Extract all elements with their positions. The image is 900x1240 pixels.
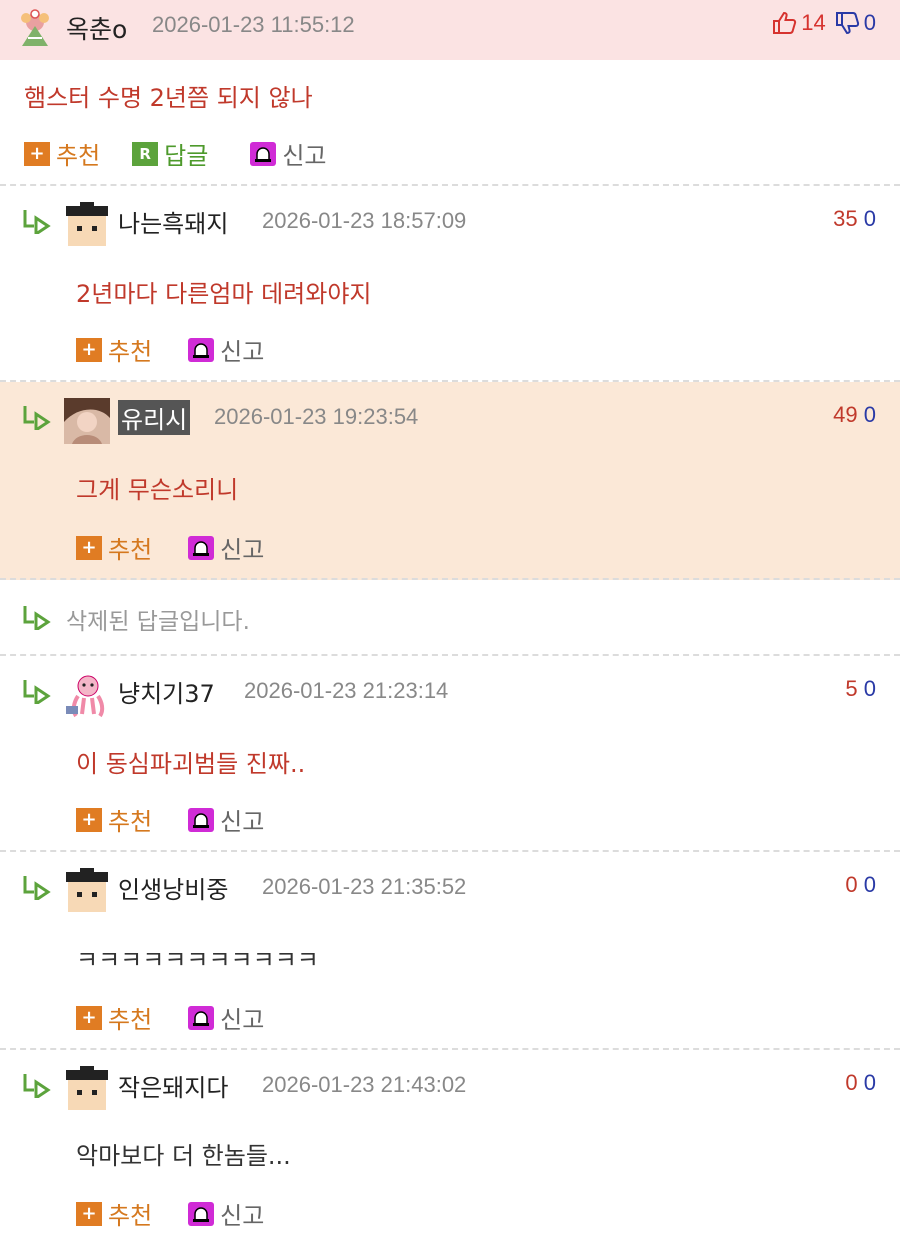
- reply-item-highlighted: 유리시 2026-01-23 19:23:54 49 0 그게 무슨소리니 + …: [0, 382, 900, 580]
- reply-downvote-count: 0: [863, 1070, 876, 1095]
- siren-icon: [188, 535, 215, 560]
- siren-icon: [188, 337, 215, 362]
- reply-nickname[interactable]: 유리시: [118, 400, 191, 435]
- reply-votes: 49 0: [833, 402, 876, 428]
- plus-icon: +: [24, 141, 50, 166]
- reply-text: 2년마다 다른엄마 데려와야지: [76, 280, 372, 308]
- comment-text: 햄스터 수명 2년쯤 되지 않나: [24, 84, 313, 112]
- reply-item: 나는흑돼지 2026-01-23 18:57:09 35 0 2년마다 다른엄마…: [0, 186, 900, 382]
- reply-arrow-icon: [23, 406, 51, 430]
- flower-avatar-icon[interactable]: [14, 8, 56, 48]
- student-avatar-icon[interactable]: [64, 1066, 110, 1112]
- report-button[interactable]: 신고: [188, 1000, 264, 1035]
- reply-button[interactable]: R 답글: [132, 136, 208, 171]
- recommend-button[interactable]: + 추천: [24, 136, 100, 171]
- comment-timestamp: 2026-01-23 11:55:12: [152, 12, 355, 37]
- deleted-reply: 삭제된 답글입니다.: [0, 580, 900, 656]
- reply-item: 인생낭비중 2026-01-23 21:35:52 0 0 ㅋㅋㅋㅋㅋㅋㅋㅋㅋㅋ…: [0, 852, 900, 1050]
- pink-character-avatar-icon[interactable]: [64, 672, 110, 718]
- reply-downvote-count: 0: [863, 402, 876, 427]
- reply-votes: 0 0: [845, 872, 876, 898]
- recommend-button[interactable]: + 추천: [76, 530, 152, 565]
- reply-votes: 5 0: [845, 676, 876, 702]
- reply-downvote-count: 0: [863, 872, 876, 897]
- reply-timestamp: 2026-01-23 19:23:54: [214, 404, 419, 429]
- reply-upvote-count: 49: [833, 402, 858, 427]
- student-avatar-icon[interactable]: [64, 868, 110, 914]
- reply-upvote-count: 0: [845, 872, 858, 897]
- downvote-count: 0: [863, 10, 876, 35]
- report-button[interactable]: 신고: [188, 332, 264, 367]
- recommend-button[interactable]: + 추천: [76, 332, 152, 367]
- reply-timestamp: 2026-01-23 18:57:09: [262, 208, 467, 233]
- plus-icon: +: [76, 337, 102, 362]
- reply-arrow-icon: [23, 876, 51, 900]
- reply-votes: 35 0: [833, 206, 876, 232]
- reply-votes: 0 0: [845, 1070, 876, 1096]
- reply-downvote-count: 0: [863, 676, 876, 701]
- thumbs-down-icon[interactable]: [834, 11, 860, 35]
- reply-nickname[interactable]: 작은돼지다: [118, 1068, 228, 1103]
- reply-upvote-count: 35: [833, 206, 858, 231]
- reply-text: 그게 무슨소리니: [76, 476, 239, 504]
- recommend-button[interactable]: + 추천: [76, 1196, 152, 1231]
- reply-actions: + 추천 신고: [76, 1000, 296, 1035]
- reply-actions: + 추천 신고: [76, 332, 296, 367]
- reply-upvote-count: 5: [845, 676, 858, 701]
- reply-nickname[interactable]: 나는흑돼지: [118, 204, 228, 239]
- report-button[interactable]: 신고: [250, 136, 327, 171]
- student-avatar-icon[interactable]: [64, 202, 110, 248]
- reply-nickname[interactable]: 인생낭비중: [118, 870, 228, 905]
- main-comment: 햄스터 수명 2년쯤 되지 않나 + 추천 R 답글 신고: [0, 60, 900, 186]
- reply-arrow-icon: [23, 210, 51, 234]
- thumbs-up-icon[interactable]: [771, 11, 797, 35]
- recommend-button[interactable]: + 추천: [76, 802, 152, 837]
- reply-text: 악마보다 더 한놈들...: [76, 1142, 291, 1170]
- vote-box: 14 0: [771, 10, 876, 36]
- comment-actions: + 추천 R 답글 신고: [24, 136, 359, 171]
- siren-icon: [188, 807, 215, 832]
- deleted-message: 삭제된 답글입니다.: [66, 609, 250, 635]
- reply-item: 냥치기37 2026-01-23 21:23:14 5 0 이 동심파괴범들 진…: [0, 656, 900, 852]
- reply-text: ㅋㅋㅋㅋㅋㅋㅋㅋㅋㅋㅋ: [76, 946, 319, 974]
- reply-actions: + 추천 신고: [76, 530, 296, 565]
- reply-arrow-icon: [23, 1074, 51, 1098]
- report-button[interactable]: 신고: [188, 802, 264, 837]
- upvote-count: 14: [801, 10, 826, 35]
- plus-icon: +: [76, 807, 102, 832]
- report-button[interactable]: 신고: [188, 1196, 264, 1231]
- reply-downvote-count: 0: [863, 206, 876, 231]
- plus-icon: +: [76, 1005, 102, 1030]
- reply-timestamp: 2026-01-23 21:43:02: [262, 1072, 467, 1097]
- plus-icon: +: [76, 1201, 102, 1226]
- reply-actions: + 추천 신고: [76, 802, 296, 837]
- reply-text: 이 동심파괴범들 진짜..: [76, 750, 306, 778]
- reply-actions: + 추천 신고: [76, 1196, 296, 1231]
- reply-icon: R: [132, 141, 159, 166]
- reply-arrow-icon: [23, 680, 51, 704]
- photo-avatar-icon[interactable]: [64, 398, 110, 444]
- comment-header: 옥춘o 2026-01-23 11:55:12 14 0: [0, 0, 900, 60]
- author-nickname[interactable]: 옥춘o: [66, 10, 127, 46]
- reply-timestamp: 2026-01-23 21:23:14: [244, 678, 449, 703]
- report-button[interactable]: 신고: [188, 530, 264, 565]
- siren-icon: [188, 1005, 215, 1030]
- reply-nickname[interactable]: 냥치기37: [118, 674, 215, 709]
- reply-item: 작은돼지다 2026-01-23 21:43:02 0 0 악마보다 더 한놈들…: [0, 1050, 900, 1240]
- reply-arrow-icon: [23, 606, 51, 630]
- reply-upvote-count: 0: [845, 1070, 858, 1095]
- siren-icon: [188, 1201, 215, 1226]
- recommend-button[interactable]: + 추천: [76, 1000, 152, 1035]
- plus-icon: +: [76, 535, 102, 560]
- reply-timestamp: 2026-01-23 21:35:52: [262, 874, 467, 899]
- siren-icon: [250, 141, 277, 166]
